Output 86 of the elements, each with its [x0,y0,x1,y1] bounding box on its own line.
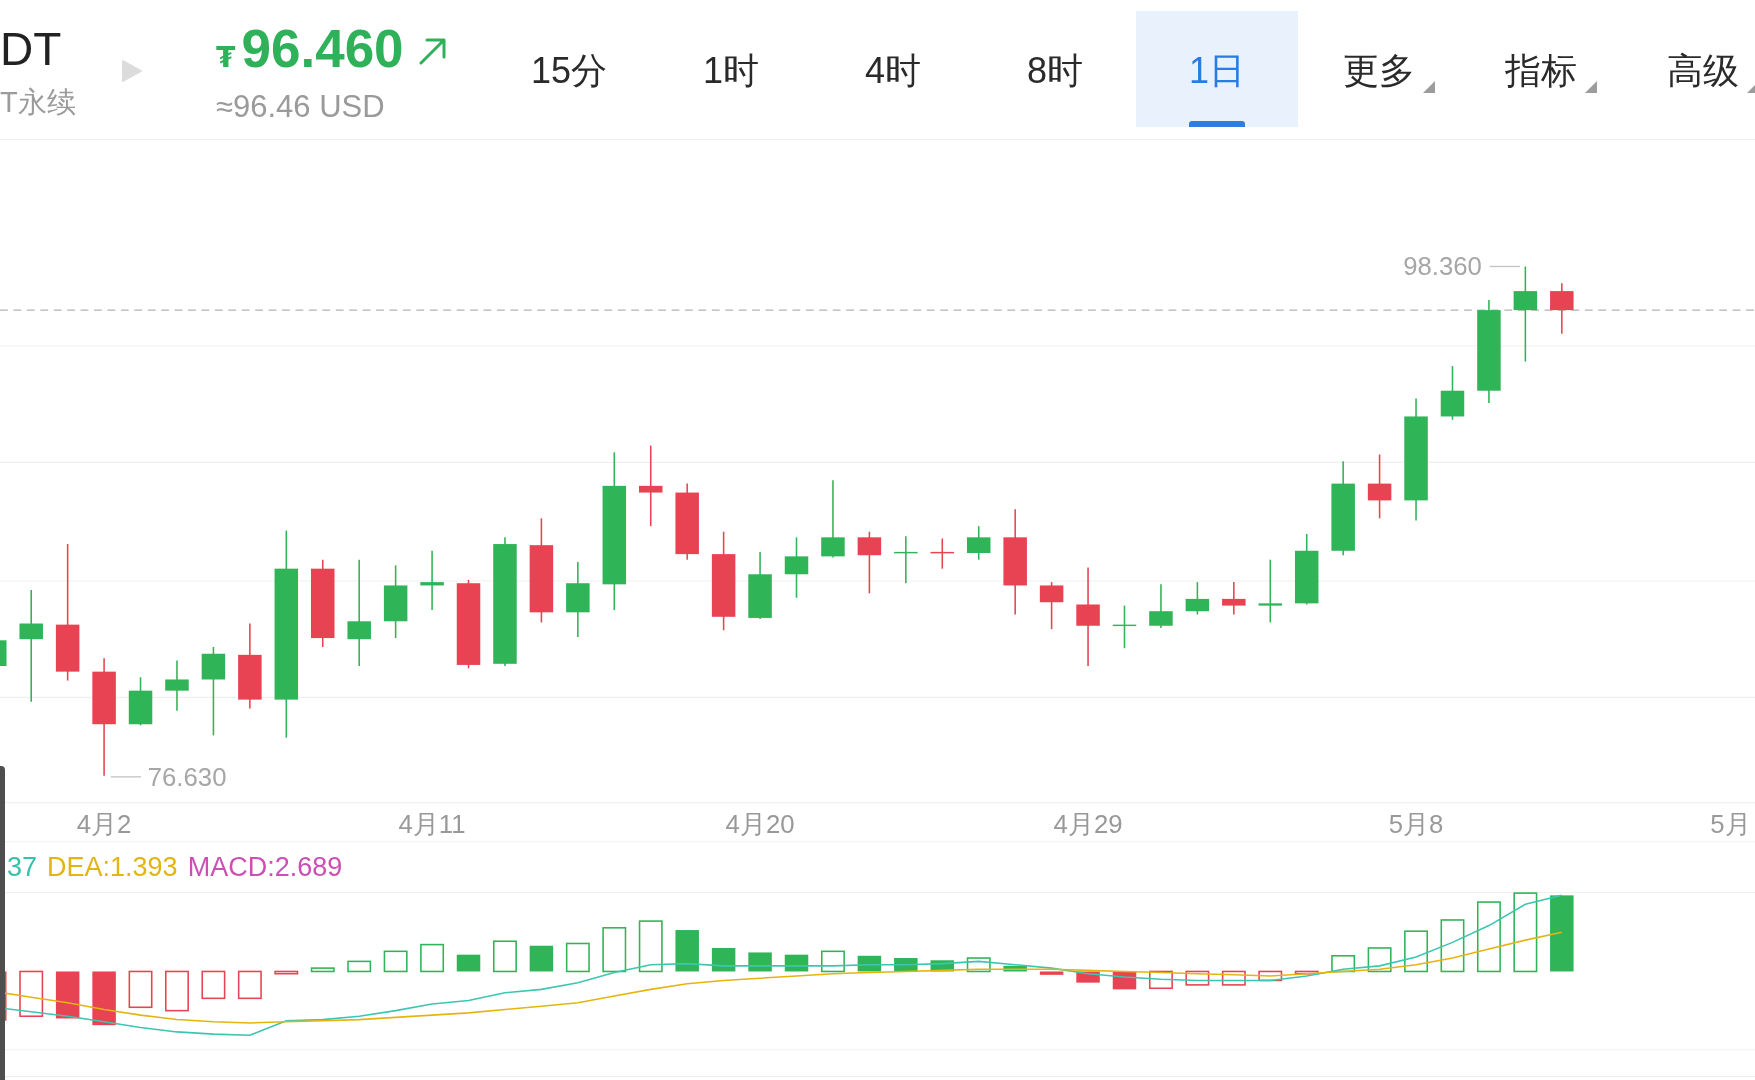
indicator-value: DEA:1.393 [47,853,178,881]
macd-bar [1185,970,1210,986]
candle [1440,365,1465,421]
interval-tab[interactable]: 15分 [488,11,650,127]
candle [1258,558,1282,624]
interval-tab[interactable]: 1日 [1136,11,1298,127]
macd-bar [1476,901,1501,973]
low-price-label: 76.630 [147,762,227,791]
macd-bar [966,957,991,973]
macd-bar [1039,971,1064,975]
interval-tab[interactable]: 更多 [1298,11,1460,127]
macd-bar [347,960,372,973]
macd-bar [456,954,481,972]
macd-bar [19,970,44,1017]
date-label: 5月8 [1388,809,1444,838]
indicator-value: MACD:2.689 [187,853,343,881]
candle [1112,604,1137,649]
date-label: 4月29 [1053,809,1123,838]
macd-bar [420,943,445,973]
interval-tab[interactable]: 1时 [650,11,812,127]
macd-bar [1331,954,1356,973]
candle [966,525,991,561]
candle [1222,581,1246,616]
play-icon[interactable] [121,59,143,83]
indicator-value: 37 [7,853,38,881]
symbol-name: DT [0,26,62,72]
macd-bar [602,926,627,973]
macd-bar [638,920,663,973]
macd-bar [711,947,736,972]
corner-triangle-icon [1585,81,1597,93]
macd-bar [529,945,554,972]
interval-tab[interactable]: 4时 [812,11,974,127]
macd-bar [675,929,699,972]
macd-bar [165,970,189,1012]
candle [0,640,7,667]
price-value: ₮96.460 [216,22,404,75]
macd-bar [1440,919,1465,973]
macd-bar [55,971,80,1019]
candle [1550,282,1574,335]
macd-bar [128,970,153,1008]
usd-price: ≈96.46 USD [216,91,385,122]
macd-bar [930,960,955,972]
candle [165,659,189,712]
candle [1039,581,1064,630]
date-label: 4月11 [398,809,466,838]
macd-bar [92,971,116,1026]
corner-triangle-icon [1423,81,1435,93]
date-label: 4月2 [76,809,132,838]
macd-bar [565,942,590,973]
side-handle[interactable] [0,766,5,1080]
macd-bar [1367,947,1392,973]
contract-name: T永续 [0,88,76,117]
interval-tab[interactable]: 8时 [974,11,1136,127]
leader-line [1489,265,1521,268]
macd-bar [1076,971,1100,983]
date-label: 4月20 [725,809,795,838]
candle [857,530,882,595]
macd-bar [201,970,226,999]
selected-indicator [1189,121,1245,127]
candle [420,550,444,611]
macd-bar [1294,970,1319,975]
macd-bar [1404,930,1429,973]
leader-line [110,776,142,778]
macd-bar [820,950,845,973]
interval-tab[interactable]: 指标 [1460,11,1622,127]
macd-bar [1148,970,1173,989]
macd-bar [383,950,408,973]
macd-bar [493,940,517,973]
candle [1367,453,1392,520]
candle [1149,583,1173,629]
candle [748,551,772,620]
high-price-label: 98.360 [1403,252,1482,281]
interval-tab[interactable]: 高级 [1622,11,1755,127]
macd-bar [274,970,299,975]
candle [128,676,153,727]
macd-bar [894,957,918,972]
candle [894,535,918,584]
macd-bar [310,967,335,973]
macd-bar [1003,965,1027,972]
candle [784,536,809,599]
date-label: 5月 [1710,809,1751,838]
macd-bar [1258,970,1283,982]
macd-bar [237,970,262,999]
candle [1185,581,1210,616]
candle [930,537,955,570]
macd-bar [1221,970,1246,986]
